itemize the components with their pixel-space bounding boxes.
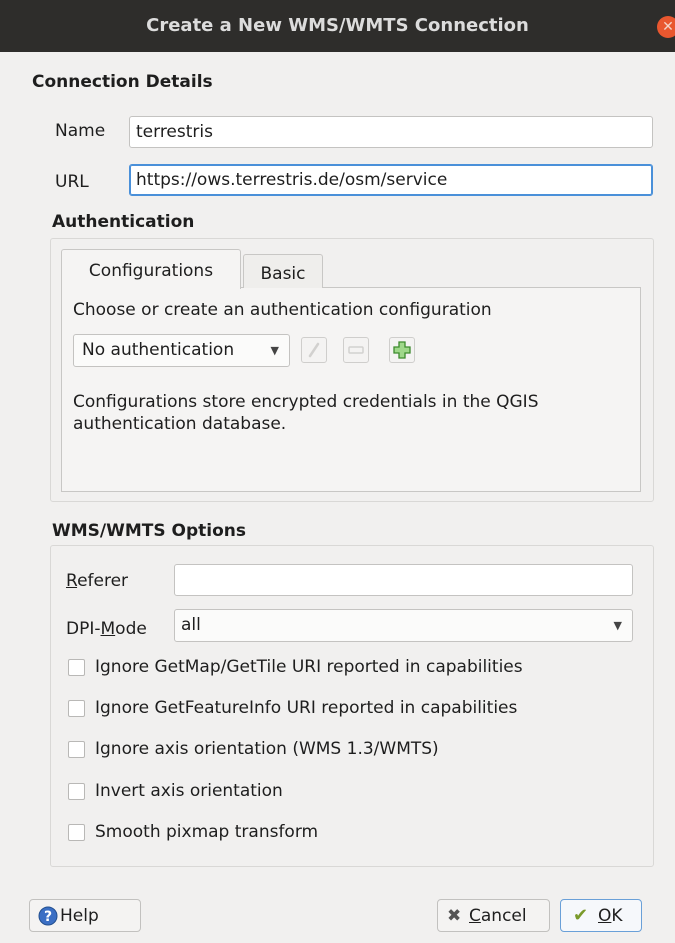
chevron-down-icon: ▼: [270, 344, 279, 357]
ignore-getmap-label[interactable]: Ignore GetMap/GetTile URI reported in ca…: [95, 657, 523, 677]
help-icon: ?: [38, 906, 58, 926]
ignore-getfeatureinfo-label[interactable]: Ignore GetFeatureInfo URI reported in ca…: [95, 698, 517, 718]
plus-icon: [393, 341, 411, 359]
ok-button-label: OK: [598, 906, 623, 926]
dialog-window: Create a New WMS/WMTS Connection ✕ Conne…: [0, 0, 675, 943]
auth-choose-text: Choose or create an authentication confi…: [73, 300, 492, 320]
name-label: Name: [55, 121, 106, 141]
chevron-down-icon: ▼: [613, 619, 622, 632]
remove-config-button[interactable]: [343, 337, 369, 363]
auth-info-line1: Configurations store encrypted credentia…: [73, 392, 539, 412]
url-field[interactable]: https://ows.terrestris.de/osm/service: [129, 164, 653, 196]
referer-field[interactable]: [174, 564, 633, 596]
dpi-mode-selected: all: [181, 615, 201, 635]
referer-label: Referer: [66, 571, 129, 591]
svg-text:?: ?: [44, 909, 52, 925]
edit-config-button[interactable]: [301, 337, 327, 363]
authentication-heading: Authentication: [52, 212, 195, 232]
checkmark-icon: ✔: [573, 905, 589, 926]
pencil-icon: [308, 342, 320, 358]
window-title: Create a New WMS/WMTS Connection: [146, 15, 529, 36]
tab-configurations[interactable]: Configurations: [61, 249, 241, 289]
cancel-button[interactable]: ✖ Cancel: [437, 899, 550, 932]
auth-info-text: Configurations store encrypted credentia…: [73, 391, 539, 435]
tab-basic[interactable]: Basic: [243, 254, 323, 288]
invert-axis-checkbox[interactable]: [68, 783, 85, 800]
auth-config-selected: No authentication: [82, 340, 235, 360]
smooth-pixmap-checkbox[interactable]: [68, 824, 85, 841]
tab-basic-label: Basic: [260, 264, 306, 284]
cancel-button-label: Cancel: [469, 906, 527, 926]
ignore-getfeatureinfo-checkbox[interactable]: [68, 700, 85, 717]
ok-button[interactable]: ✔ OK: [560, 899, 642, 932]
auth-info-line2: authentication database.: [73, 414, 287, 434]
help-button[interactable]: ? Help: [29, 899, 141, 932]
invert-axis-label[interactable]: Invert axis orientation: [95, 781, 283, 801]
wms-options-heading: WMS/WMTS Options: [52, 521, 247, 541]
connection-details-heading: Connection Details: [32, 72, 213, 92]
minus-icon: [348, 346, 364, 354]
dpi-mode-select[interactable]: all ▼: [174, 609, 633, 642]
smooth-pixmap-label[interactable]: Smooth pixmap transform: [95, 822, 318, 842]
name-field[interactable]: terrestris: [129, 116, 653, 148]
auth-config-select[interactable]: No authentication ▼: [73, 334, 290, 367]
tab-configurations-label: Configurations: [88, 261, 214, 281]
cancel-icon: ✖: [447, 906, 462, 926]
ignore-axis-label[interactable]: Ignore axis orientation (WMS 1.3/WMTS): [95, 739, 439, 759]
close-icon[interactable]: ✕: [657, 16, 675, 38]
title-bar[interactable]: Create a New WMS/WMTS Connection ✕: [0, 0, 675, 52]
ignore-axis-checkbox[interactable]: [68, 741, 85, 758]
url-label: URL: [55, 172, 89, 192]
add-config-button[interactable]: [389, 337, 415, 363]
help-button-label: Help: [60, 906, 99, 926]
ignore-getmap-checkbox[interactable]: [68, 659, 85, 676]
dpi-mode-label: DPI-Mode: [66, 619, 147, 639]
